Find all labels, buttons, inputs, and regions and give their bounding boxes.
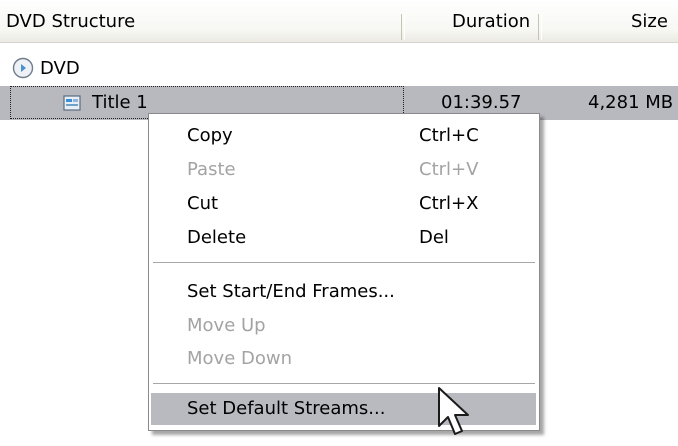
- menu-separator: [153, 262, 535, 264]
- menu-item-label: Delete: [187, 227, 247, 248]
- column-resize-handle[interactable]: [401, 14, 405, 40]
- column-header-dvd-structure[interactable]: DVD Structure: [6, 0, 135, 42]
- menu-item-set-default-streams[interactable]: Set Default Streams...: [151, 393, 536, 425]
- dvd-disc-icon: [12, 57, 34, 84]
- menu-separator: [153, 383, 535, 385]
- tree-item-label: DVD: [40, 58, 80, 79]
- tree-item-label: Title 1: [92, 92, 148, 113]
- menu-item-copy[interactable]: Copy Ctrl+C: [151, 120, 536, 152]
- title-size: 4,281 MB: [588, 92, 674, 113]
- menu-item-label: Copy: [187, 125, 233, 146]
- menu-item-label: Set Start/End Frames...: [187, 281, 395, 302]
- column-header: DVD Structure Duration Size: [0, 0, 678, 43]
- mouse-cursor-icon: [437, 386, 471, 446]
- menu-item-label: Paste: [187, 159, 236, 180]
- menu-item-move-up[interactable]: Move Up: [151, 310, 536, 342]
- column-header-size[interactable]: Size: [631, 0, 668, 42]
- menu-item-shortcut: Ctrl+V: [419, 159, 479, 180]
- menu-item-paste[interactable]: Paste Ctrl+V: [151, 154, 536, 186]
- menu-item-move-down[interactable]: Move Down: [151, 343, 536, 375]
- menu-item-shortcut: Ctrl+X: [419, 193, 479, 214]
- column-header-duration[interactable]: Duration: [452, 0, 530, 42]
- title-video-icon: [63, 94, 81, 117]
- menu-item-label: Set Default Streams...: [187, 398, 386, 419]
- column-resize-handle[interactable]: [538, 14, 542, 40]
- menu-item-set-start-end-frames[interactable]: Set Start/End Frames...: [151, 276, 536, 308]
- menu-item-label: Cut: [187, 193, 219, 214]
- menu-item-label: Move Up: [187, 315, 266, 336]
- menu-item-delete[interactable]: Delete Del: [151, 222, 536, 254]
- menu-item-cut[interactable]: Cut Ctrl+X: [151, 188, 536, 220]
- context-menu: Copy Ctrl+C Paste Ctrl+V Cut Ctrl+X Dele…: [148, 113, 540, 431]
- menu-item-shortcut: Del: [419, 227, 449, 248]
- menu-item-label: Move Down: [187, 348, 292, 369]
- menu-item-shortcut: Ctrl+C: [419, 125, 479, 146]
- tree-row-dvd[interactable]: DVD: [0, 52, 678, 86]
